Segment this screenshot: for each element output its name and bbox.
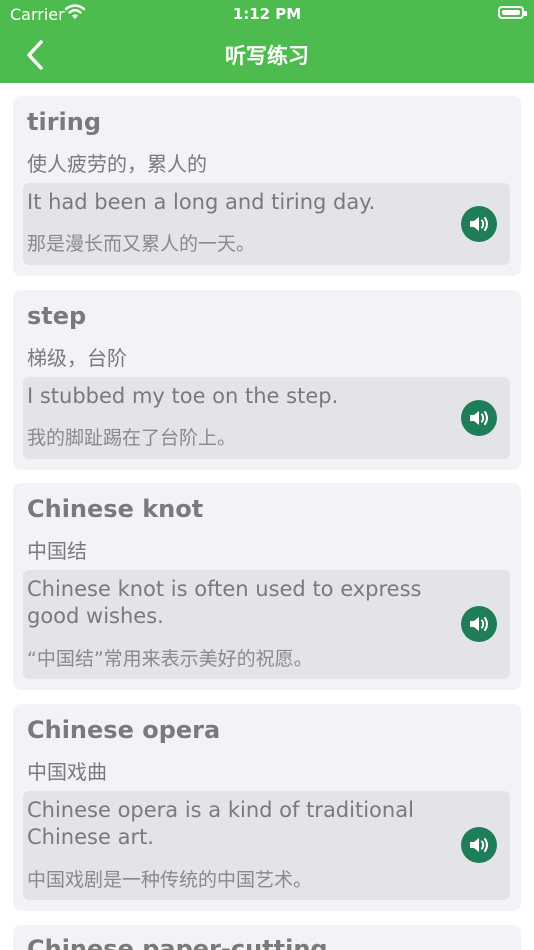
example-box: Chinese opera is a kind of traditional C… bbox=[23, 791, 510, 900]
example-english: I stubbed my toe on the step. bbox=[27, 384, 339, 408]
word-card: Chinese paper-cutting bbox=[13, 925, 521, 950]
meaning-label: 使人疲劳的，累人的 bbox=[27, 152, 207, 176]
word-label: tiring bbox=[27, 108, 102, 136]
status-time: 1:12 PM bbox=[232, 5, 302, 23]
example-chinese: 中国戏剧是一种传统的中国艺术。 bbox=[27, 869, 313, 891]
example-chinese: 那是漫长而又累人的一天。 bbox=[27, 233, 256, 255]
word-card: tiring 使人疲劳的，累人的 It had been a long and … bbox=[13, 96, 521, 276]
speaker-icon bbox=[470, 411, 488, 425]
example-chinese: 我的脚趾踢在了台阶上。 bbox=[27, 427, 237, 449]
play-audio-button[interactable] bbox=[461, 606, 497, 642]
word-label: Chinese paper-cutting bbox=[27, 935, 328, 950]
speaker-icon bbox=[470, 617, 488, 631]
example-chinese: “中国结”常用来表示美好的祝愿。 bbox=[27, 648, 313, 670]
status-bar: Carrier 1:12 PM bbox=[0, 0, 534, 28]
word-label: step bbox=[27, 302, 87, 330]
word-label: Chinese opera bbox=[27, 716, 221, 744]
navigation-bar: 听写练习 bbox=[0, 28, 534, 83]
battery-icon bbox=[498, 6, 527, 19]
speaker-icon bbox=[470, 838, 488, 852]
meaning-label: 中国戏曲 bbox=[27, 760, 107, 784]
meaning-label: 中国结 bbox=[27, 539, 87, 563]
word-label: Chinese knot bbox=[27, 495, 204, 523]
play-audio-button[interactable] bbox=[461, 827, 497, 863]
play-audio-button[interactable] bbox=[461, 206, 497, 242]
example-english: Chinese knot is often used to express go… bbox=[27, 577, 422, 628]
word-list[interactable]: tiring 使人疲劳的，累人的 It had been a long and … bbox=[0, 83, 534, 950]
word-card: Chinese opera 中国戏曲 Chinese opera is a ki… bbox=[13, 704, 521, 911]
example-box: Chinese knot is often used to express go… bbox=[23, 570, 510, 679]
word-card: step 梯级，台阶 I stubbed my toe on the step.… bbox=[13, 290, 521, 470]
example-box: It had been a long and tiring day. 那是漫长而… bbox=[23, 183, 510, 265]
meaning-label: 梯级，台阶 bbox=[27, 346, 127, 370]
speaker-icon bbox=[470, 217, 488, 231]
page-title: 听写练习 bbox=[225, 44, 309, 68]
top-bar: Carrier 1:12 PM 听写练习 bbox=[0, 0, 534, 83]
word-card: Chinese knot 中国结 Chinese knot is often u… bbox=[13, 483, 521, 690]
example-box: I stubbed my toe on the step. 我的脚趾踢在了台阶上… bbox=[23, 377, 510, 459]
play-audio-button[interactable] bbox=[461, 400, 497, 436]
example-english: Chinese opera is a kind of traditional C… bbox=[27, 798, 414, 849]
example-english: It had been a long and tiring day. bbox=[27, 190, 376, 214]
